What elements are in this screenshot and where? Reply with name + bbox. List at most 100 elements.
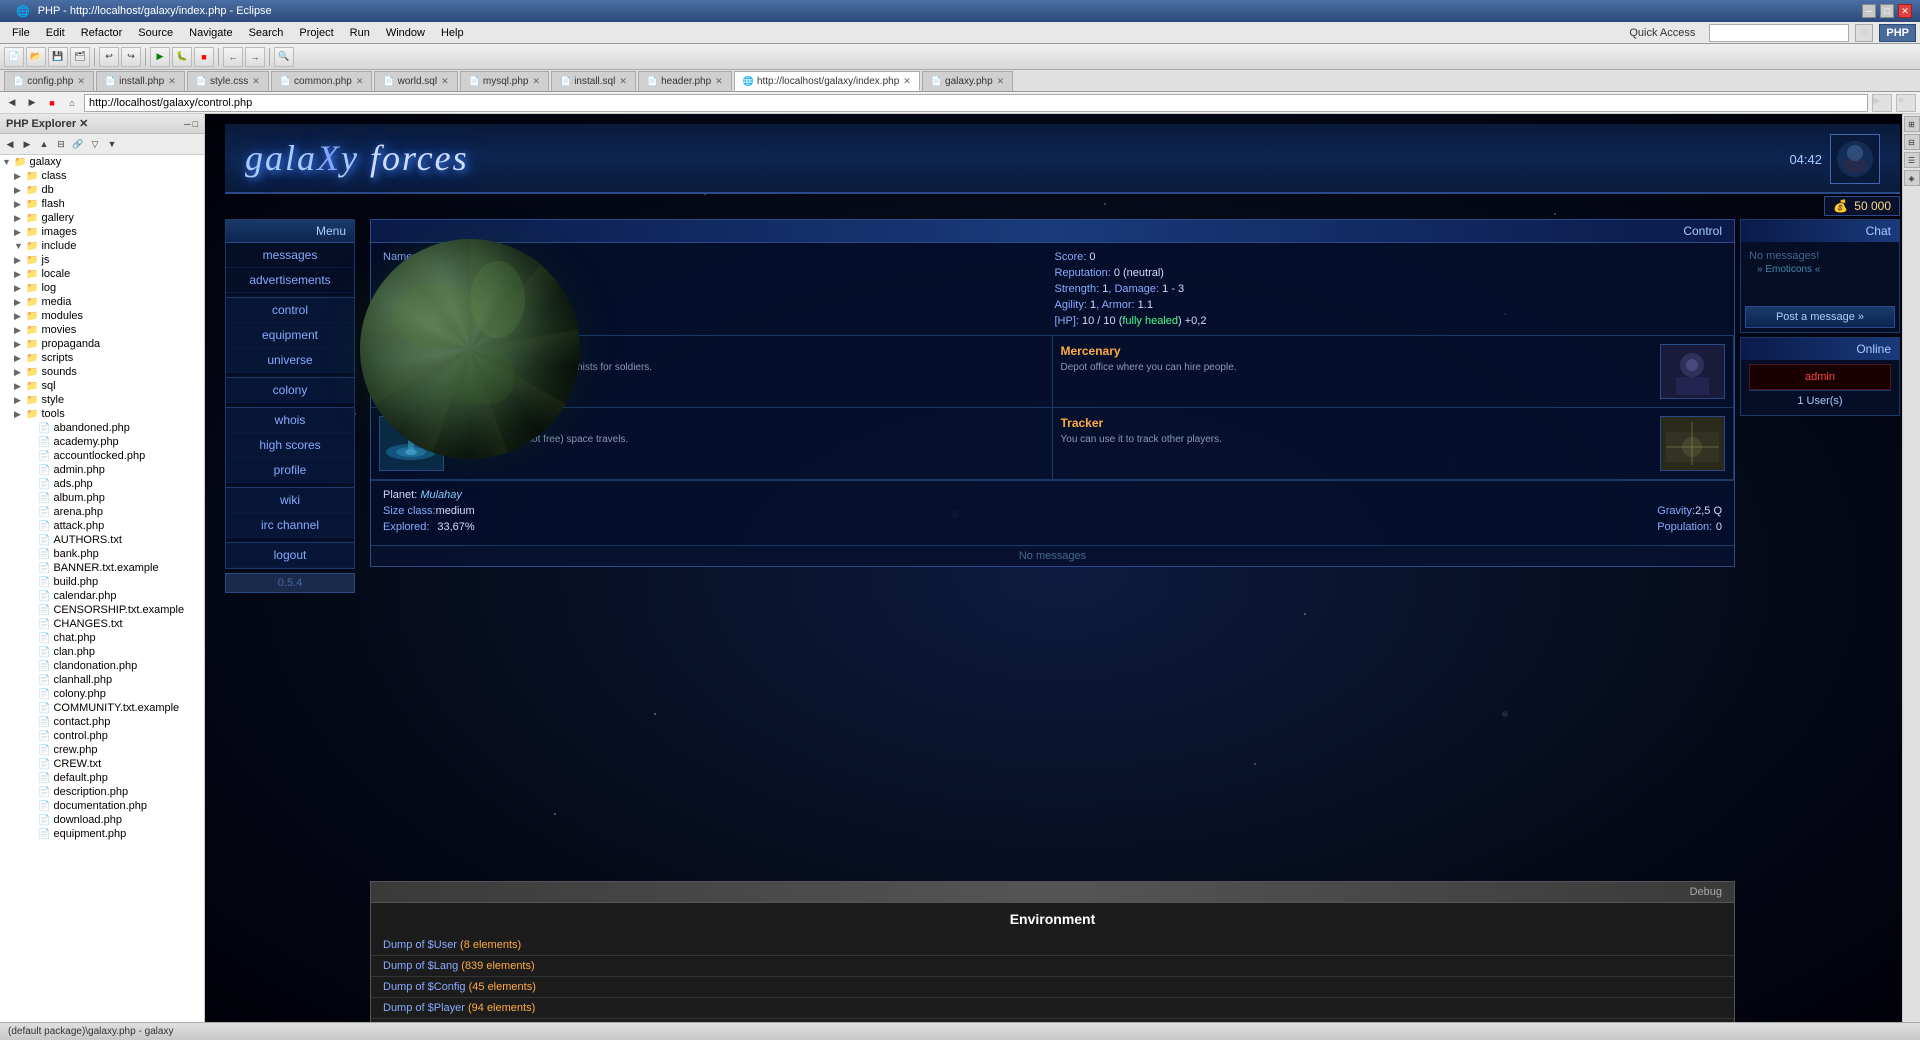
- tree-item-chat[interactable]: 📄 chat.php: [0, 631, 204, 645]
- url-home-button[interactable]: ⌂: [64, 95, 80, 111]
- building-tracker[interactable]: Tracker You can use it to track other pl…: [1053, 408, 1735, 480]
- tab-install-sql[interactable]: 📄 install.sql ✕: [551, 71, 636, 91]
- tab-galaxy-php[interactable]: 📄 galaxy.php ✕: [922, 71, 1013, 91]
- tree-item-modules[interactable]: ▶ 📁 modules: [0, 309, 204, 323]
- undo-button[interactable]: ↩: [99, 47, 119, 67]
- close-tab-install-sql[interactable]: ✕: [619, 76, 627, 87]
- tree-item-admin[interactable]: 📄 admin.php: [0, 463, 204, 477]
- php-button[interactable]: PHP: [1879, 24, 1916, 42]
- tree-item-images[interactable]: ▶ 📁 images: [0, 225, 204, 239]
- tree-item-build[interactable]: 📄 build.php: [0, 575, 204, 589]
- menu-edit[interactable]: Edit: [38, 25, 73, 41]
- tree-item-scripts[interactable]: ▶ 📁 scripts: [0, 351, 204, 365]
- tree-item-documentation[interactable]: 📄 documentation.php: [0, 799, 204, 813]
- dump-lang[interactable]: Dump of $Lang (839 elements): [371, 956, 1734, 977]
- close-tab-galaxy[interactable]: ✕: [997, 76, 1005, 87]
- save-button[interactable]: 💾: [48, 47, 68, 67]
- tree-item-album[interactable]: 📄 album.php: [0, 491, 204, 505]
- tree-item-db[interactable]: ▶ 📁 db: [0, 183, 204, 197]
- tree-item-authors[interactable]: 📄 AUTHORS.txt: [0, 533, 204, 547]
- menu-project[interactable]: Project: [291, 25, 341, 41]
- close-tab-install[interactable]: ✕: [168, 76, 176, 87]
- new-button[interactable]: 📄: [4, 47, 24, 67]
- sidebar-collapse[interactable]: ⊟: [53, 136, 69, 152]
- url-go-button[interactable]: ▶: [1872, 94, 1892, 112]
- tree-item-colony[interactable]: 📄 colony.php: [0, 687, 204, 701]
- post-message-button[interactable]: Post a message »: [1745, 306, 1895, 328]
- tree-item-community[interactable]: 📄 COMMUNITY.txt.example: [0, 701, 204, 715]
- tree-item-tools[interactable]: ▶ 📁 tools: [0, 407, 204, 421]
- tree-item-crew-txt[interactable]: 📄 CREW.txt: [0, 757, 204, 771]
- statistics-link[interactable]: «Statistics »: [452, 251, 511, 263]
- tab-style-css[interactable]: 📄 style.css ✕: [187, 71, 269, 91]
- tab-galaxy-index[interactable]: 🌐 http://localhost/galaxy/index.php ✕: [734, 71, 920, 91]
- menu-file[interactable]: File: [4, 25, 38, 41]
- sidebar-minimize[interactable]: ─: [184, 119, 190, 129]
- open-button[interactable]: 📂: [26, 47, 46, 67]
- tree-item-media[interactable]: ▶ 📁 media: [0, 295, 204, 309]
- tree-item-propaganda[interactable]: ▶ 📁 propaganda: [0, 337, 204, 351]
- maximize-button[interactable]: □: [1880, 4, 1894, 18]
- tree-item-description[interactable]: 📄 description.php: [0, 785, 204, 799]
- right-icon-3[interactable]: ☰: [1904, 152, 1920, 168]
- menu-colony[interactable]: colony: [226, 378, 354, 403]
- debug-button[interactable]: 🐛: [172, 47, 192, 67]
- tree-item-flash[interactable]: ▶ 📁 flash: [0, 197, 204, 211]
- tree-item-log[interactable]: ▶ 📁 log: [0, 281, 204, 295]
- quick-access-input[interactable]: [1709, 24, 1849, 42]
- menu-run[interactable]: Run: [342, 25, 378, 41]
- tree-item-control[interactable]: 📄 control.php: [0, 729, 204, 743]
- redo-button[interactable]: ↪: [121, 47, 141, 67]
- back-button[interactable]: ←: [223, 47, 243, 67]
- tree-item-bank[interactable]: 📄 bank.php: [0, 547, 204, 561]
- sidebar-back[interactable]: ◀: [2, 136, 18, 152]
- tab-header-php[interactable]: 📄 header.php ✕: [638, 71, 732, 91]
- save-all-button[interactable]: 🗂: [70, 47, 90, 67]
- url-back-button[interactable]: ◀: [4, 95, 20, 111]
- minimize-button[interactable]: ─: [1862, 4, 1876, 18]
- menu-search[interactable]: Search: [241, 25, 292, 41]
- tree-item-ads[interactable]: 📄 ads.php: [0, 477, 204, 491]
- sidebar-menu[interactable]: ▼: [104, 136, 120, 152]
- tree-item-accountlocked[interactable]: 📄 accountlocked.php: [0, 449, 204, 463]
- menu-help[interactable]: Help: [433, 25, 472, 41]
- tree-item-contact[interactable]: 📄 contact.php: [0, 715, 204, 729]
- menu-advertisements[interactable]: advertisements: [226, 268, 354, 293]
- menu-profile[interactable]: profile: [226, 458, 354, 483]
- right-icon-2[interactable]: ⊟: [1904, 134, 1920, 150]
- menu-highscores[interactable]: high scores: [226, 433, 354, 458]
- tree-item-clanhall[interactable]: 📄 clanhall.php: [0, 673, 204, 687]
- close-tab-header[interactable]: ✕: [715, 76, 723, 87]
- right-icon-4[interactable]: ◈: [1904, 170, 1920, 186]
- tree-item-calendar[interactable]: 📄 calendar.php: [0, 589, 204, 603]
- menu-refactor[interactable]: Refactor: [73, 25, 131, 41]
- menu-messages[interactable]: messages: [226, 243, 354, 268]
- tab-world-sql[interactable]: 📄 world.sql ✕: [374, 71, 457, 91]
- sidebar-filter[interactable]: ▽: [87, 136, 103, 152]
- building-mercenary[interactable]: Mercenary Depot office where you can hir…: [1053, 336, 1735, 408]
- close-button[interactable]: ✕: [1898, 4, 1912, 18]
- tab-config-php[interactable]: 📄 config.php ✕: [4, 71, 94, 91]
- menu-source[interactable]: Source: [130, 25, 181, 41]
- menu-control[interactable]: control: [226, 298, 354, 323]
- url-bookmark-button[interactable]: ★: [1896, 94, 1916, 112]
- tree-item-download[interactable]: 📄 download.php: [0, 813, 204, 827]
- run-button[interactable]: ▶: [150, 47, 170, 67]
- close-tab-world[interactable]: ✕: [441, 76, 449, 87]
- tree-item-movies[interactable]: ▶ 📁 movies: [0, 323, 204, 337]
- tree-item-gallery[interactable]: ▶ 📁 gallery: [0, 211, 204, 225]
- tree-item-clandonation[interactable]: 📄 clandonation.php: [0, 659, 204, 673]
- tree-item-clan[interactable]: 📄 clan.php: [0, 645, 204, 659]
- tree-item-crew[interactable]: 📄 crew.php: [0, 743, 204, 757]
- perspective-icon[interactable]: ⊞: [1855, 24, 1873, 42]
- tree-item-banner[interactable]: 📄 BANNER.txt.example: [0, 561, 204, 575]
- stop-button[interactable]: ■: [194, 47, 214, 67]
- tree-item-style[interactable]: ▶ 📁 style: [0, 393, 204, 407]
- tree-item-js[interactable]: ▶ 📁 js: [0, 253, 204, 267]
- menu-whois[interactable]: whois: [226, 408, 354, 433]
- url-forward-button[interactable]: ▶: [24, 95, 40, 111]
- sidebar-link[interactable]: 🔗: [70, 136, 86, 152]
- tree-item-include[interactable]: ▼ 📁 include: [0, 239, 204, 253]
- menu-universe[interactable]: universe: [226, 348, 354, 373]
- tree-item-locale[interactable]: ▶ 📁 locale: [0, 267, 204, 281]
